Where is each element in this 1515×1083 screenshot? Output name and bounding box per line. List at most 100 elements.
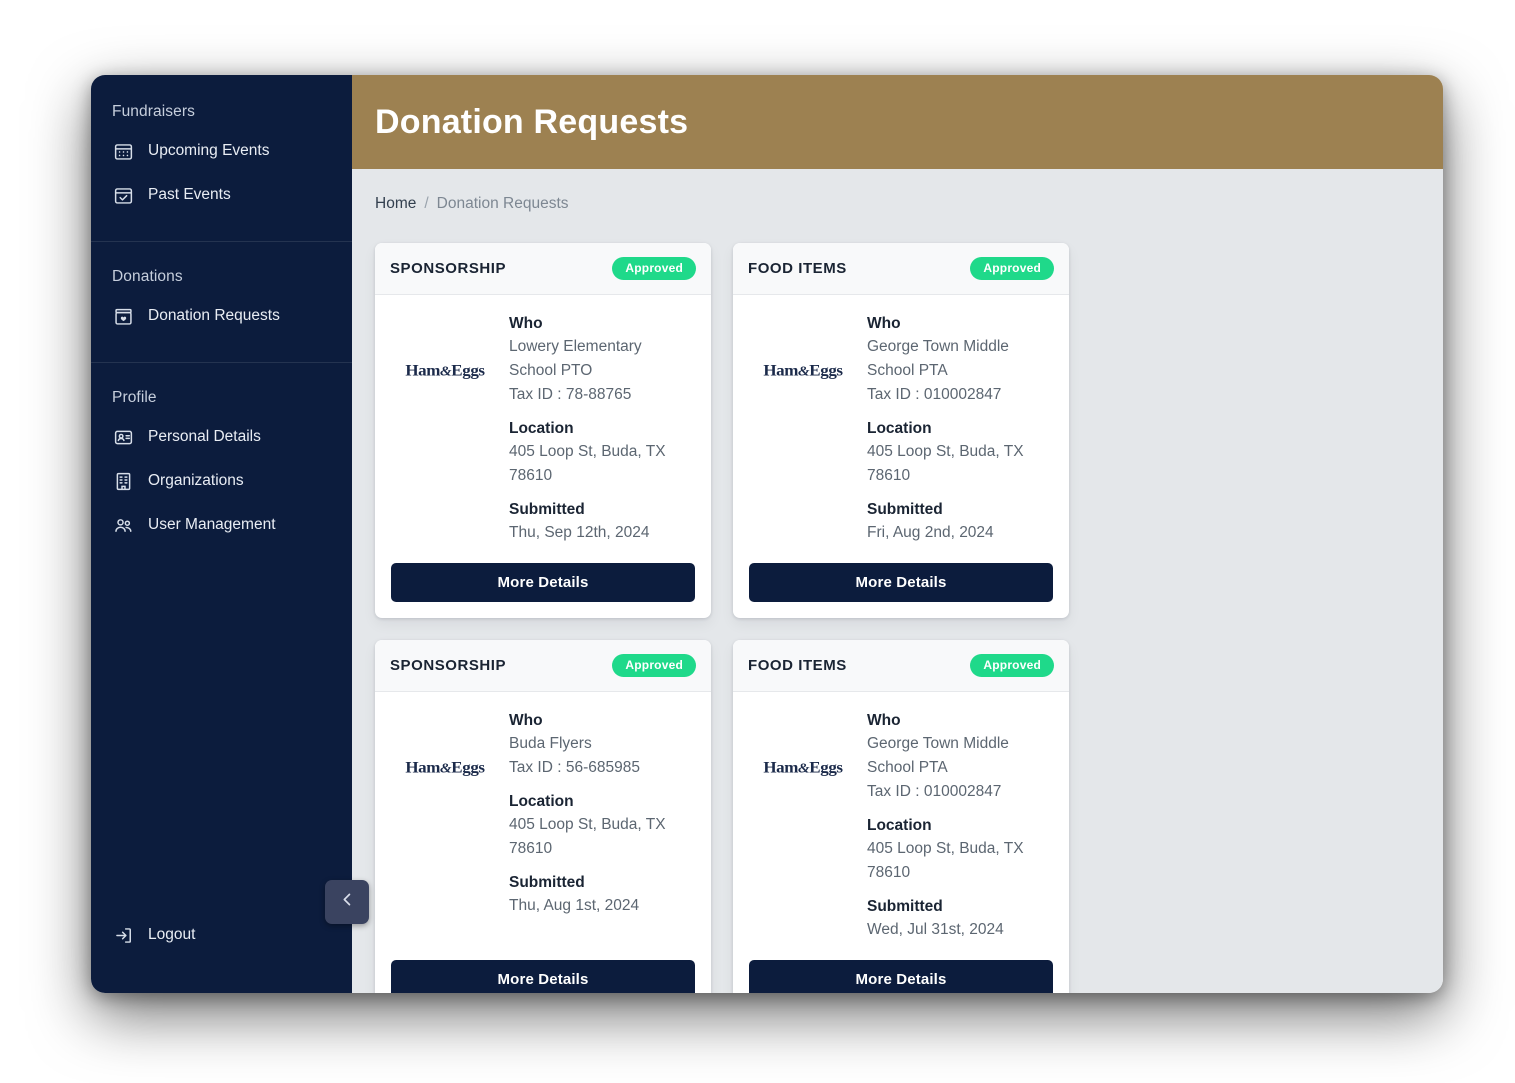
organization-logo: Ham&Eggs (389, 712, 501, 942)
page-header-bar: Donation Requests (352, 75, 1443, 169)
card-header: FOOD ITEMS Approved (733, 640, 1069, 693)
sidebar-section-title: Fundraisers (112, 103, 195, 120)
sidebar-item-label: Organizations (148, 472, 244, 489)
org-name-line-1: Lowery Elementary (509, 338, 642, 355)
breadcrumb-separator: / (424, 195, 429, 212)
location-line-1: 405 Loop St, Buda, TX (867, 840, 1024, 858)
submitted-date: Wed, Jul 31st, 2024 (867, 921, 1004, 939)
sidebar-section-profile: Profile Personal Details Organizations U… (91, 362, 352, 553)
sidebar-item-upcoming-events[interactable]: Upcoming Events (91, 129, 352, 173)
main-content: Donation Requests Home / Donation Reques… (352, 75, 1443, 993)
more-details-button[interactable]: More Details (391, 960, 695, 993)
card-kind-label: FOOD ITEMS (748, 260, 847, 277)
status-badge: Approved (970, 654, 1054, 678)
card-fields: Who George Town Middle School PTA Tax ID… (867, 315, 1053, 545)
building-icon (112, 470, 134, 492)
sidebar-navigation: Fundraisers Upcoming Events Past Events … (91, 75, 352, 993)
donation-request-card[interactable]: FOOD ITEMS Approved Ham&Eggs Who George … (733, 640, 1069, 993)
sidebar-collapse-toggle[interactable] (325, 880, 369, 924)
location-line-1: 405 Loop St, Buda, TX (867, 443, 1024, 461)
card-body: Ham&Eggs Who George Town Middle School P… (733, 295, 1069, 563)
content-scroll-area[interactable]: Home / Donation Requests SPONSORSHIP App… (352, 169, 1443, 993)
id-card-icon (112, 426, 134, 448)
who-block: Who Lowery Elementary School PTO Tax ID … (509, 315, 695, 407)
card-header: FOOD ITEMS Approved (733, 243, 1069, 295)
location-line-2: 78610 (509, 840, 553, 858)
who-block: Who George Town Middle School PTA Tax ID… (867, 712, 1053, 804)
card-footer: More Details (733, 563, 1069, 618)
calendar-check-icon (112, 184, 134, 206)
who-label: Who (867, 315, 901, 332)
more-details-button[interactable]: More Details (749, 563, 1053, 603)
ham-and-eggs-logo: Ham&Eggs (763, 758, 843, 777)
location-block: Location 405 Loop St, Buda, TX 78610 (867, 420, 1053, 488)
submitted-block: Submitted Wed, Jul 31st, 2024 (867, 898, 1053, 942)
card-kind-label: FOOD ITEMS (748, 657, 847, 675)
sidebar-item-donation-requests[interactable]: Donation Requests (91, 294, 352, 338)
sidebar-footer: Logout (91, 913, 352, 993)
location-label: Location (509, 420, 574, 438)
logout-arrow-icon (112, 924, 134, 946)
card-fields: Who Buda Flyers Tax ID : 56-685985 Locat… (509, 712, 695, 942)
page-title: Donation Requests (375, 102, 689, 141)
submitted-label: Submitted (867, 898, 943, 916)
location-block: Location 405 Loop St, Buda, TX 78610 (509, 420, 695, 488)
org-name-line-1: George Town Middle (867, 735, 1009, 753)
card-body: Ham&Eggs Who Buda Flyers Tax ID : 56-685… (375, 692, 711, 960)
sidebar-item-user-management[interactable]: User Management (91, 503, 352, 547)
card-header: SPONSORSHIP Approved (375, 243, 711, 295)
card-fields: Who Lowery Elementary School PTO Tax ID … (509, 315, 695, 545)
org-name-line-2: School PTA (867, 362, 948, 380)
donation-request-card[interactable]: SPONSORSHIP Approved Ham&Eggs Who Buda F… (375, 640, 711, 993)
donation-box-heart-icon (112, 305, 134, 327)
tax-id: Tax ID : 010002847 (867, 783, 1002, 801)
breadcrumb-current: Donation Requests (436, 195, 569, 212)
card-kind-label: SPONSORSHIP (390, 657, 507, 675)
sidebar-item-past-events[interactable]: Past Events (91, 173, 352, 217)
sidebar-section-title: Profile (112, 389, 157, 406)
donation-request-card[interactable]: SPONSORSHIP Approved Ham&Eggs Who Lowery… (375, 243, 711, 619)
who-label: Who (509, 712, 543, 730)
sidebar-section-fundraisers: Fundraisers Upcoming Events Past Events (91, 103, 352, 223)
card-body: Ham&Eggs Who Lowery Elementary School PT… (375, 295, 711, 563)
breadcrumb: Home / Donation Requests (352, 169, 1443, 213)
sidebar-item-organizations[interactable]: Organizations (91, 459, 352, 503)
who-label: Who (509, 315, 543, 332)
more-details-button[interactable]: More Details (391, 563, 695, 603)
donation-request-card[interactable]: FOOD ITEMS Approved Ham&Eggs Who George … (733, 243, 1069, 619)
status-badge: Approved (612, 654, 696, 678)
sidebar-item-personal-details[interactable]: Personal Details (91, 415, 352, 459)
breadcrumb-home-link[interactable]: Home (375, 195, 416, 213)
organization-logo: Ham&Eggs (389, 315, 501, 545)
submitted-label: Submitted (509, 501, 585, 519)
more-details-button[interactable]: More Details (749, 960, 1053, 993)
sidebar-item-logout[interactable]: Logout (91, 913, 352, 957)
location-line-2: 78610 (867, 467, 911, 485)
org-name-line-2: School PTO (509, 362, 593, 380)
location-line-2: 78610 (509, 467, 553, 485)
submitted-date: Fri, Aug 2nd, 2024 (867, 524, 994, 542)
chevron-left-icon (338, 890, 357, 914)
status-badge: Approved (970, 257, 1054, 280)
org-name-line-1: Buda Flyers (509, 735, 592, 753)
card-header: SPONSORSHIP Approved (375, 640, 711, 693)
sidebar-item-label: Upcoming Events (148, 142, 270, 159)
ham-and-eggs-logo: Ham&Eggs (405, 361, 485, 380)
who-block: Who George Town Middle School PTA Tax ID… (867, 315, 1053, 407)
sidebar-item-label: Logout (148, 926, 196, 943)
card-fields: Who George Town Middle School PTA Tax ID… (867, 712, 1053, 942)
location-line-1: 405 Loop St, Buda, TX (509, 443, 666, 461)
organization-logo: Ham&Eggs (747, 315, 859, 545)
card-footer: More Details (733, 960, 1069, 993)
submitted-date: Thu, Aug 1st, 2024 (509, 897, 640, 915)
location-label: Location (509, 793, 574, 811)
donation-requests-grid: SPONSORSHIP Approved Ham&Eggs Who Lowery… (352, 213, 1443, 993)
submitted-block: Submitted Thu, Aug 1st, 2024 (509, 874, 695, 918)
location-block: Location 405 Loop St, Buda, TX 78610 (867, 817, 1053, 885)
submitted-block: Submitted Fri, Aug 2nd, 2024 (867, 501, 1053, 545)
card-footer: More Details (375, 960, 711, 993)
tax-id: Tax ID : 78-88765 (509, 386, 632, 404)
submitted-label: Submitted (867, 501, 943, 519)
calendar-dots-icon (112, 140, 134, 162)
location-label: Location (867, 817, 932, 835)
